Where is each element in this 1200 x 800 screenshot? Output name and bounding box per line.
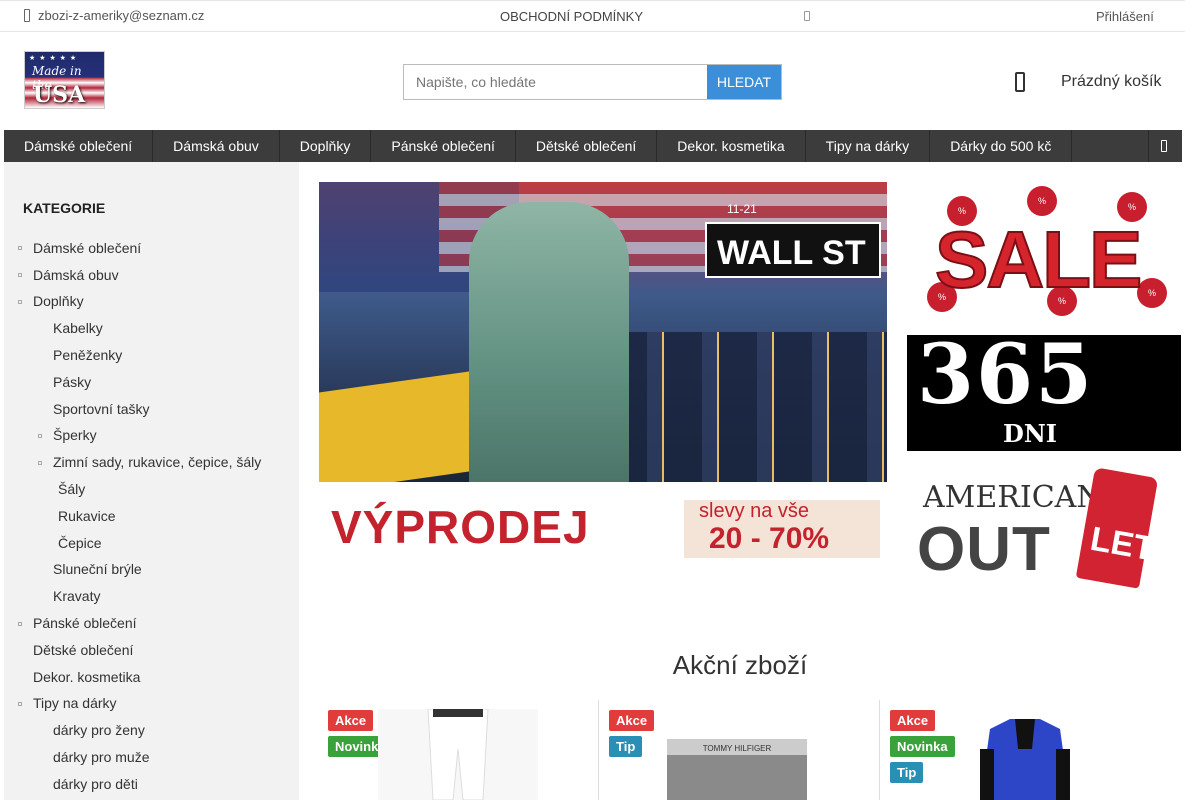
top-bar: zbozi-z-ameriky@seznam.cz OBCHODNÍ PODMÍ… xyxy=(0,0,1185,32)
product-image[interactable]: TOMMY HILFIGER xyxy=(667,709,807,800)
discount-range: 20 - 70% xyxy=(709,522,830,555)
days-365-promo[interactable]: 365 DNI xyxy=(907,327,1181,451)
badge-novinka: Novinka xyxy=(890,736,955,757)
discount-tag-icon: % xyxy=(1027,186,1057,216)
nav-item[interactable]: Dekor. kosmetika xyxy=(657,130,806,162)
city-skyline xyxy=(627,332,887,482)
nav-item[interactable]: Pánské oblečení xyxy=(371,130,516,162)
cart-label[interactable]: Prázdný košík xyxy=(1061,73,1161,91)
main-navigation: Dámské oblečení Dámská obuv Doplňky Páns… xyxy=(4,130,1182,162)
bullet-icon xyxy=(18,246,22,250)
bullet-icon xyxy=(18,702,22,706)
badge-tip: Tip xyxy=(890,762,924,783)
sidebar-item[interactable]: Peněženky xyxy=(53,347,122,363)
badge-akce: Akce xyxy=(890,710,936,731)
sidebar-item[interactable]: Tipy na dárky xyxy=(33,695,117,711)
sidebar-item[interactable]: Dámské oblečení xyxy=(33,240,141,256)
sidebar-item[interactable]: Zimní sady, rukavice, čepice, šály xyxy=(53,454,261,470)
sidebar-item[interactable]: dárky pro muže xyxy=(53,749,149,765)
category-sidebar: KATEGORIE Dámské oblečení Dámská obuv Do… xyxy=(4,162,299,800)
wall-street-text: WALL ST xyxy=(717,234,866,272)
taxi-image xyxy=(319,371,469,493)
sidebar-item[interactable]: Kravaty xyxy=(53,588,100,604)
sidebar-item[interactable]: Šály xyxy=(58,481,85,497)
search-input[interactable] xyxy=(404,65,707,99)
days-number: 365 xyxy=(917,327,1095,423)
logo-usa: USA xyxy=(33,82,86,108)
brand-label: TOMMY HILFIGER xyxy=(703,744,772,753)
nav-item[interactable]: Dárky do 500 kč xyxy=(930,130,1073,162)
bullet-icon xyxy=(38,434,42,438)
logo-stars: ★ ★ ★ ★ ★ xyxy=(29,55,78,62)
bullet-icon xyxy=(38,461,42,465)
search-form: HLEDAT xyxy=(403,64,782,100)
discount-tag-icon: % xyxy=(1137,278,1167,308)
sidebar-item[interactable]: Pánské oblečení xyxy=(33,615,137,631)
nav-item[interactable]: Tipy na dárky xyxy=(806,130,931,162)
american-outlet-promo[interactable]: AMERICAN OUT LET xyxy=(907,466,1181,591)
badge-akce: Akce xyxy=(328,710,374,731)
sidebar-title: KATEGORIE xyxy=(23,200,106,216)
sidebar-item[interactable]: Rukavice xyxy=(58,508,116,524)
terms-link[interactable]: OBCHODNÍ PODMÍNKY xyxy=(500,9,643,24)
bullet-icon xyxy=(18,622,22,626)
statue-of-liberty xyxy=(469,202,629,492)
sidebar-item[interactable]: Pásky xyxy=(53,374,91,390)
site-logo[interactable]: ★ ★ ★ ★ ★ Made in the USA xyxy=(24,51,105,109)
sidebar-item[interactable]: dárky pro děti xyxy=(53,776,138,792)
sidebar-item[interactable]: Sportovní tašky xyxy=(53,401,150,417)
phone-icon xyxy=(24,9,30,22)
sidebar-item[interactable]: Sluneční brýle xyxy=(53,561,142,577)
outlet-main-text: OUT xyxy=(917,515,1051,584)
menu-toggle[interactable] xyxy=(1148,130,1182,162)
bullet-icon xyxy=(18,273,22,277)
sidebar-item[interactable]: Šperky xyxy=(53,427,97,443)
product-card[interactable]: Akce Tip TOMMY HILFIGER xyxy=(598,700,879,800)
contact-email[interactable]: zbozi-z-ameriky@seznam.cz xyxy=(24,8,204,23)
banner-headline: VÝPRODEJ xyxy=(331,501,590,553)
discount-label: slevy na vše xyxy=(699,500,810,522)
outlet-top-text: AMERICAN xyxy=(923,480,1103,515)
sidebar-item[interactable]: Čepice xyxy=(58,535,102,551)
product-image[interactable] xyxy=(378,709,538,800)
mobile-icon[interactable] xyxy=(804,11,810,21)
wall-street-sign: 11-21 WALL ST xyxy=(705,202,881,278)
section-title: Akční zboží xyxy=(672,650,808,680)
sidebar-item[interactable]: dárky pro ženy xyxy=(53,722,145,738)
days-label: DNI xyxy=(1003,419,1057,448)
sale-text: SALE xyxy=(934,214,1143,305)
street-number: 11-21 xyxy=(727,202,757,216)
nav-item[interactable]: Dětské oblečení xyxy=(516,130,658,162)
sidebar-item[interactable]: Kabelky xyxy=(53,320,103,336)
sale-promo[interactable]: % % % % % % SALE xyxy=(907,182,1181,327)
product-image[interactable] xyxy=(960,709,1090,800)
bullet-icon xyxy=(18,300,22,304)
search-button[interactable]: HLEDAT xyxy=(707,65,781,99)
main-banner[interactable]: 11-21 WALL ST VÝPRODEJ slevy na vše 20 -… xyxy=(319,182,887,561)
product-card[interactable]: Akce Novinka xyxy=(318,700,599,800)
cart-icon[interactable] xyxy=(1015,72,1025,92)
email-link[interactable]: zbozi-z-ameriky@seznam.cz xyxy=(38,8,204,23)
sidebar-item[interactable]: Doplňky xyxy=(33,293,84,309)
login-link[interactable]: Přihlášení xyxy=(1096,9,1154,24)
menu-icon xyxy=(1161,140,1167,152)
nav-item[interactable]: Dámská obuv xyxy=(153,130,280,162)
product-card[interactable]: Akce Novinka Tip xyxy=(879,700,1160,800)
badge-akce: Akce xyxy=(609,710,655,731)
nav-item[interactable]: Doplňky xyxy=(280,130,372,162)
outlet-tag-text: LET xyxy=(1087,519,1158,569)
badge-tip: Tip xyxy=(609,736,643,757)
sidebar-item[interactable]: Dámská obuv xyxy=(33,267,119,283)
nav-item[interactable]: Dámské oblečení xyxy=(4,130,154,162)
